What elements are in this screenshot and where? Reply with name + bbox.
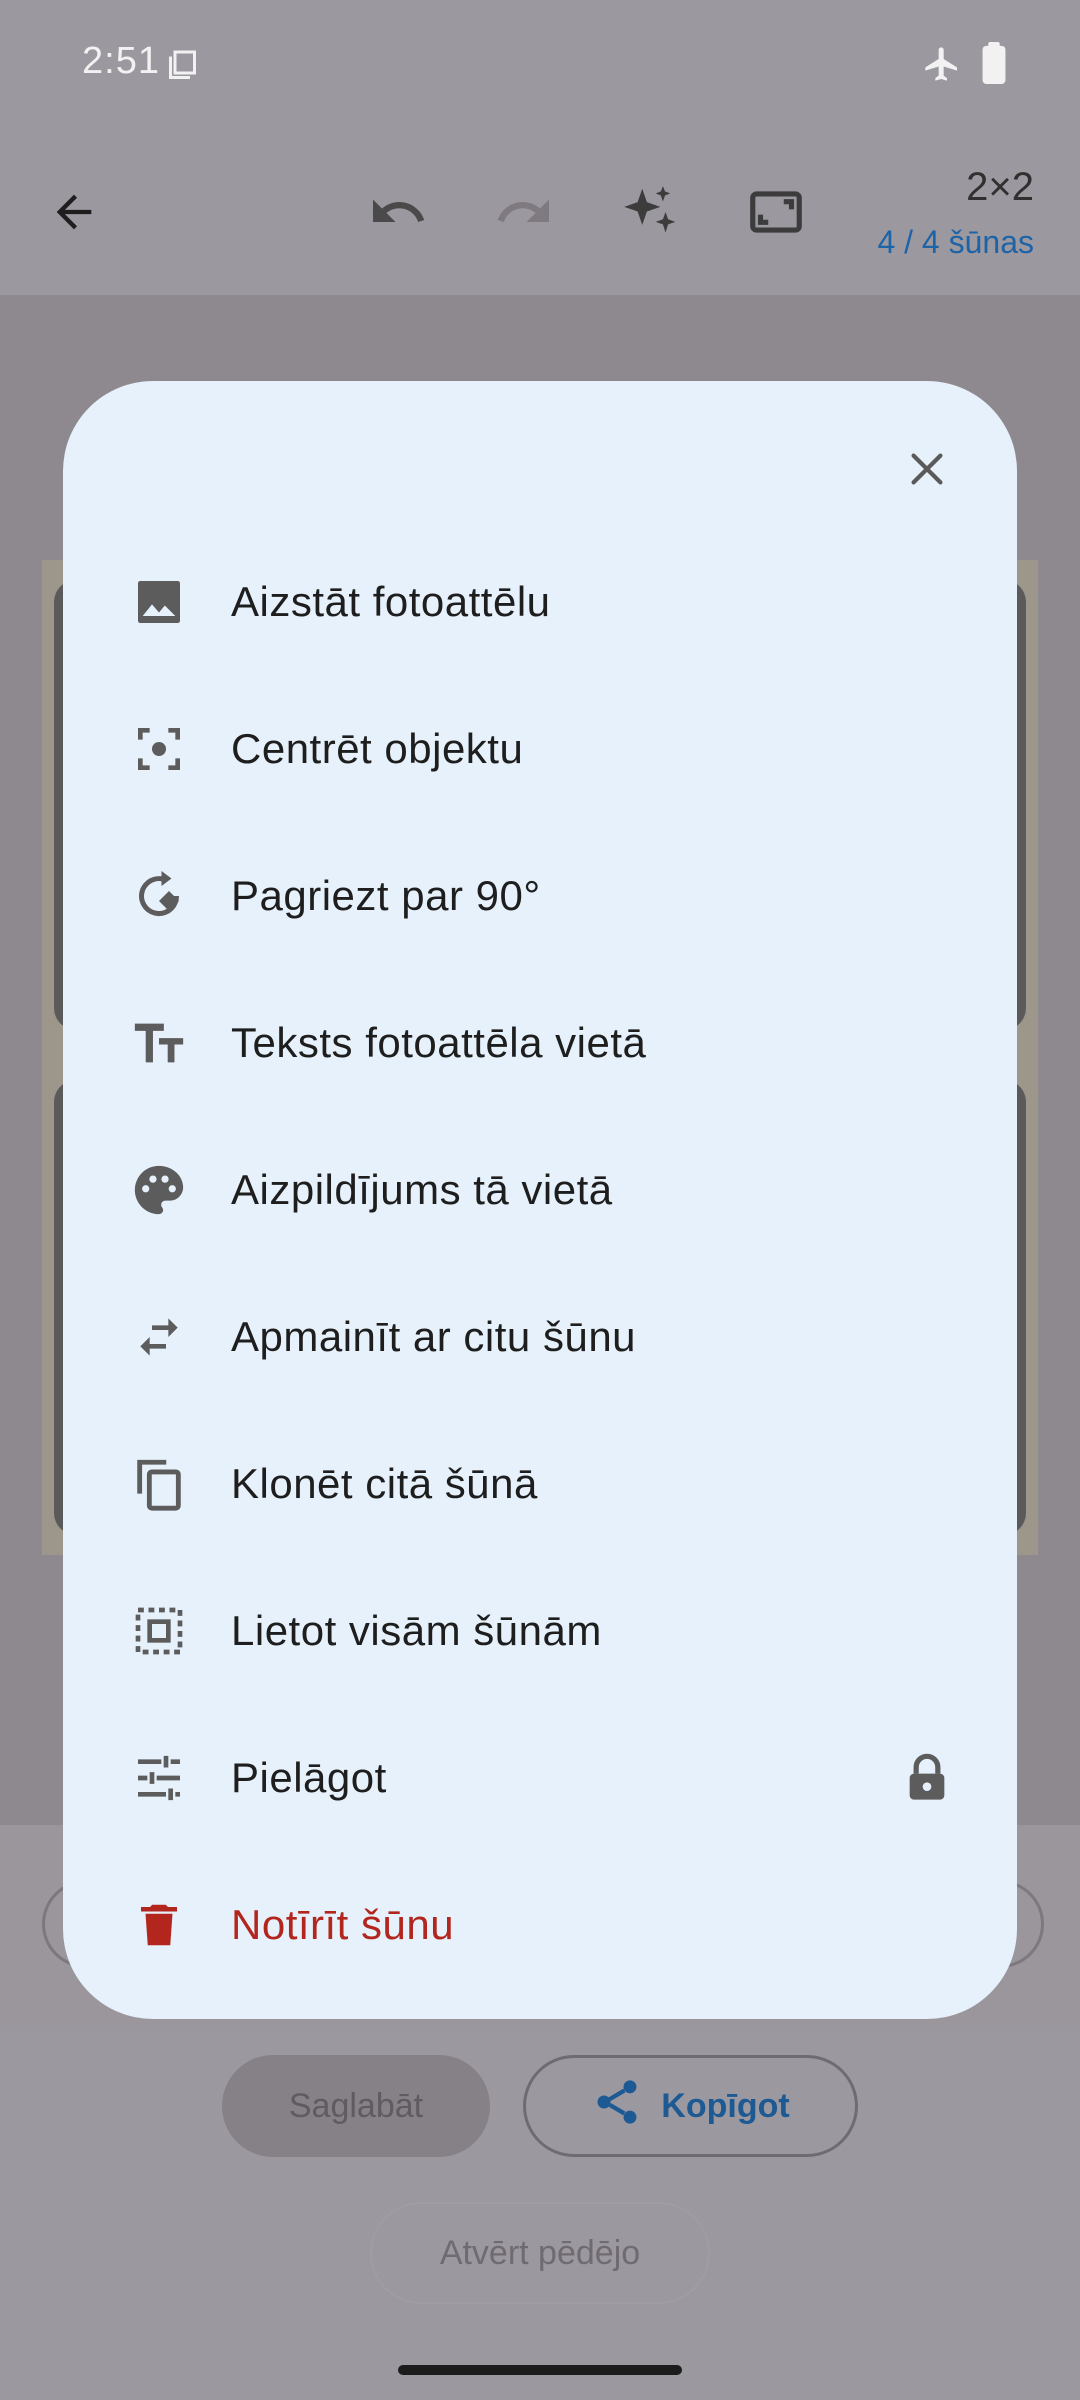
screenshot-notification-icon xyxy=(166,46,202,87)
menu-item-label: Notīrīt šūnu xyxy=(231,1900,455,1948)
back-button[interactable] xyxy=(34,172,114,252)
status-time: 2:51 xyxy=(82,40,160,82)
menu-item-label: Aizpildījums tā vietā xyxy=(231,1165,613,1213)
home-indicator[interactable] xyxy=(398,2365,682,2375)
share-label: Kopīgot xyxy=(661,2086,790,2125)
menu-item-fill-instead[interactable]: Aizpildījums tā vietā xyxy=(63,1116,1017,1263)
menu-item-label: Pielāgot xyxy=(231,1753,387,1801)
menu-item-label: Pagriezt par 90° xyxy=(231,871,541,919)
menu-item-center-object[interactable]: Centrēt objektu xyxy=(63,675,1017,822)
undo-button[interactable] xyxy=(358,172,438,252)
menu-item-text-instead[interactable]: Teksts fotoattēla vietā xyxy=(63,969,1017,1116)
center-focus-icon xyxy=(123,713,195,785)
close-button[interactable] xyxy=(887,431,967,511)
close-icon xyxy=(904,446,950,497)
lock-icon xyxy=(897,1748,957,1808)
menu-item-label: Centrēt objektu xyxy=(231,724,524,772)
swap-arrows-icon xyxy=(123,1301,195,1373)
menu-item-label: Apmainīt ar citu šūnu xyxy=(231,1312,637,1360)
tune-icon xyxy=(123,1742,195,1814)
airplane-mode-icon xyxy=(922,44,962,89)
menu-item-rotate[interactable]: Pagriezt par 90° xyxy=(63,822,1017,969)
cell-count-label: 4 / 4 šūnas xyxy=(877,224,1034,260)
menu-item-apply-all[interactable]: Lietot visām šūnām xyxy=(63,1557,1017,1704)
menu-item-clone[interactable]: Klonēt citā šūnā xyxy=(63,1410,1017,1557)
text-fields-icon xyxy=(123,1007,195,1079)
menu-item-clear-cell[interactable]: Notīrīt šūnu xyxy=(63,1851,1017,1998)
aspect-ratio-button[interactable] xyxy=(736,172,816,252)
select-all-icon xyxy=(123,1595,195,1667)
rotate-icon xyxy=(123,860,195,932)
copy-icon xyxy=(123,1448,195,1520)
open-last-button[interactable]: Atvērt pēdējo xyxy=(370,2202,710,2304)
menu-item-label: Klonēt citā šūnā xyxy=(231,1459,538,1507)
grid-size-label[interactable]: 2×2 xyxy=(966,165,1034,210)
menu-item-label: Lietot visām šūnām xyxy=(231,1606,602,1654)
menu-item-swap-cell[interactable]: Apmainīt ar citu šūnu xyxy=(63,1263,1017,1410)
cell-options-dialog: Aizstāt fotoattēlu Centrēt objektu Pagri… xyxy=(63,381,1017,2019)
status-bar: 2:51 xyxy=(0,0,1080,130)
menu-item-label: Teksts fotoattēla vietā xyxy=(231,1018,647,1066)
image-icon xyxy=(123,566,195,638)
menu-item-adjust[interactable]: Pielāgot xyxy=(63,1704,1017,1851)
redo-button[interactable] xyxy=(484,172,564,252)
palette-icon xyxy=(123,1154,195,1226)
editor-toolbar xyxy=(0,140,1080,290)
menu-item-replace-photo[interactable]: Aizstāt fotoattēlu xyxy=(63,528,1017,675)
share-button[interactable]: Kopīgot xyxy=(523,2055,858,2157)
save-button[interactable]: Saglabāt xyxy=(222,2055,490,2157)
trash-icon xyxy=(123,1889,195,1961)
share-icon xyxy=(591,2076,643,2137)
battery-icon xyxy=(980,42,1008,89)
menu-item-label: Aizstāt fotoattēlu xyxy=(231,577,551,625)
magic-sparkle-button[interactable] xyxy=(610,172,690,252)
